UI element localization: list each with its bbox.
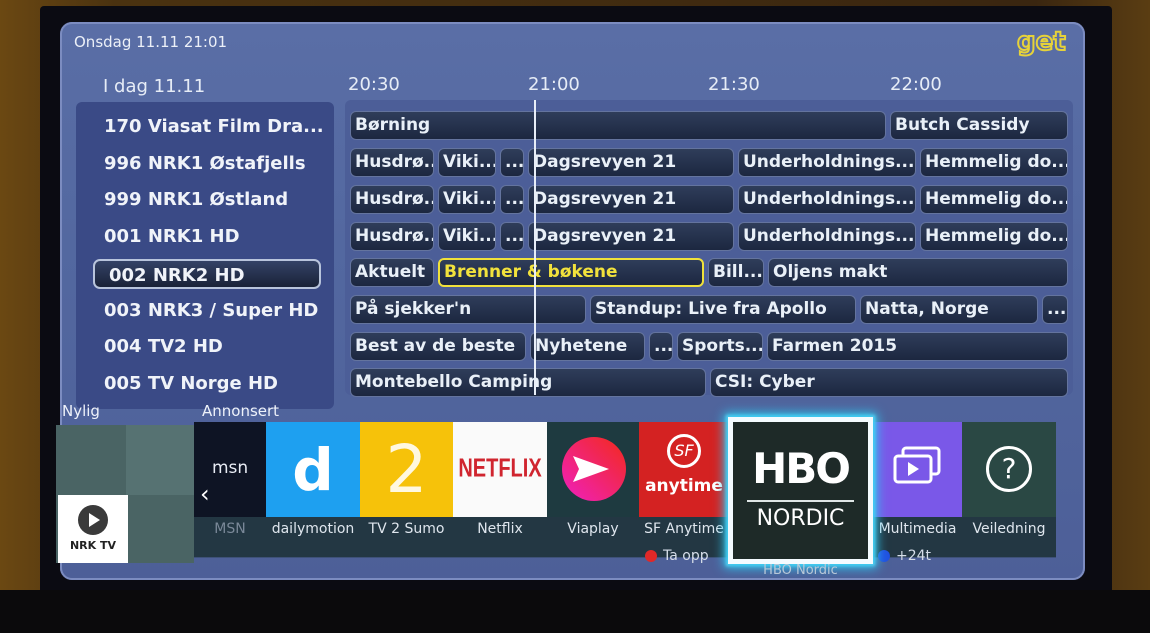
app-label: Netflix <box>453 517 547 557</box>
time-slot: 21:30 <box>708 74 760 95</box>
viaplay-icon <box>562 437 626 501</box>
dailymotion-logo: d <box>292 435 334 504</box>
program-cell[interactable]: Sports... <box>677 332 763 361</box>
program-cell-focused[interactable]: Brenner & bøkene <box>438 258 704 287</box>
program-cell[interactable]: Husdrø... <box>350 148 434 177</box>
recent-app-tile[interactable]: NRK TV <box>56 425 194 563</box>
help-icon: ? <box>986 446 1032 492</box>
recent-app-label: NRK TV <box>69 539 117 552</box>
channel-item[interactable]: 999 NRK1 Østland <box>76 185 334 215</box>
program-cell[interactable]: Viki... <box>438 222 496 251</box>
time-slot: 21:00 <box>528 74 580 95</box>
app-label: dailymotion <box>266 517 360 557</box>
tv-stand-shadow <box>0 590 1150 633</box>
app-label: Viaplay <box>547 517 639 557</box>
record-hint: Ta opp <box>645 548 709 564</box>
current-time-line <box>534 100 536 395</box>
program-cell[interactable]: Dagsrevyen 21 <box>528 222 734 251</box>
program-cell[interactable]: ... <box>500 148 524 177</box>
tab-featured[interactable]: Annonsert <box>202 402 279 420</box>
program-cell[interactable]: Viki... <box>438 185 496 214</box>
program-cell[interactable]: Best av de beste <box>350 332 526 361</box>
app-label: Veiledning <box>962 517 1056 557</box>
app-tile-sf-anytime[interactable]: SF anytime <box>639 422 729 517</box>
anytime-logo: anytime <box>645 476 723 496</box>
channel-item[interactable]: 996 NRK1 Østafjells <box>76 149 334 179</box>
netflix-logo: NETFLIX <box>458 454 542 484</box>
program-cell[interactable]: ... <box>500 222 524 251</box>
channel-item[interactable]: 003 NRK3 / Super HD <box>76 296 334 326</box>
sf-logo-icon: SF <box>667 434 701 468</box>
program-cell[interactable]: Børning <box>350 111 886 140</box>
channel-list: 170 Viasat Film Dra... 996 NRK1 Østafjel… <box>76 102 334 409</box>
tab-recent[interactable]: Nylig <box>62 402 100 420</box>
program-cell[interactable]: Hemmelig do... <box>920 148 1068 177</box>
app-label: MSN <box>194 517 266 557</box>
program-cell[interactable]: Farmen 2015 <box>767 332 1068 361</box>
program-cell[interactable]: ... <box>649 332 673 361</box>
time-slot: 20:30 <box>348 74 400 95</box>
program-cell[interactable]: Underholdnings... <box>738 148 916 177</box>
program-cell[interactable]: Aktuelt <box>350 258 434 287</box>
program-cell[interactable]: På sjekker'n <box>350 295 586 324</box>
app-tile-tv2-sumo[interactable]: 2 <box>360 422 453 517</box>
record-hint-label: Ta opp <box>663 548 709 564</box>
program-cell[interactable]: Dagsrevyen 21 <box>528 185 734 214</box>
plus24-hint: +24t <box>878 548 931 564</box>
get-logo-icon: get <box>1016 26 1067 58</box>
program-cell[interactable]: Montebello Camping <box>350 368 706 397</box>
channel-item-selected[interactable]: 002 NRK2 HD <box>93 259 321 289</box>
channel-item[interactable]: 001 NRK1 HD <box>76 222 334 252</box>
red-button-icon <box>645 550 657 562</box>
guide-day-label: I dag 11.11 <box>103 76 206 97</box>
program-cell[interactable]: Dagsrevyen 21 <box>528 148 734 177</box>
app-tile-msn[interactable]: msn ‹ <box>194 422 266 517</box>
channel-item[interactable]: 170 Viasat Film Dra... <box>76 112 334 142</box>
program-cell[interactable]: Hemmelig do... <box>920 222 1068 251</box>
app-tile-netflix[interactable]: NETFLIX <box>453 422 547 517</box>
program-cell[interactable]: Oljens makt <box>768 258 1068 287</box>
blue-button-icon <box>878 550 890 562</box>
focused-app-label: HBO Nordic <box>763 563 838 578</box>
program-cell[interactable]: CSI: Cyber <box>710 368 1068 397</box>
program-cell[interactable]: Underholdnings... <box>738 222 916 251</box>
program-cell[interactable]: Butch Cassidy <box>890 111 1068 140</box>
nrk-tv-logo: NRK TV <box>58 495 128 563</box>
program-guide-grid: Børning Butch Cassidy Husdrø... Viki... … <box>345 100 1073 397</box>
program-cell[interactable]: Hemmelig do... <box>920 185 1068 214</box>
hbo-divider <box>747 500 854 502</box>
app-tile-viaplay[interactable] <box>547 422 639 517</box>
app-label: TV 2 Sumo <box>360 517 453 557</box>
program-cell[interactable]: ... <box>1042 295 1068 324</box>
program-cell[interactable]: Viki... <box>438 148 496 177</box>
scroll-left-arrow-icon[interactable]: ‹ <box>200 480 210 508</box>
channel-item[interactable]: 005 TV Norge HD <box>76 369 334 399</box>
msn-logo: msn <box>212 458 249 478</box>
program-cell[interactable]: Bill... <box>708 258 764 287</box>
program-cell[interactable]: Husdrø... <box>350 185 434 214</box>
app-tile-dailymotion[interactable]: d <box>266 422 360 517</box>
program-cell[interactable]: ... <box>500 185 524 214</box>
app-tile-veiledning[interactable]: ? <box>962 422 1056 517</box>
program-cell[interactable]: Underholdnings... <box>738 185 916 214</box>
program-cell[interactable]: Nyhetene <box>530 332 645 361</box>
channel-item[interactable]: 004 TV2 HD <box>76 332 334 362</box>
current-datetime: Onsdag 11.11 21:01 <box>74 33 228 51</box>
program-cell[interactable]: Standup: Live fra Apollo <box>590 295 856 324</box>
hbo-logo: HBO <box>752 444 851 493</box>
tv2-logo: 2 <box>385 431 428 508</box>
program-cell[interactable]: Husdrø... <box>350 222 434 251</box>
app-tile-hbo-nordic-focused[interactable]: HBO NORDIC <box>728 417 873 564</box>
plus24-hint-label: +24t <box>896 548 932 564</box>
nordic-logo: NORDIC <box>756 506 845 531</box>
program-cell[interactable]: Natta, Norge <box>860 295 1038 324</box>
multimedia-icon <box>893 446 941 484</box>
app-tile-multimedia[interactable] <box>873 422 962 517</box>
time-slot: 22:00 <box>890 74 942 95</box>
brand-text: get <box>1017 27 1066 57</box>
play-icon <box>78 505 108 535</box>
